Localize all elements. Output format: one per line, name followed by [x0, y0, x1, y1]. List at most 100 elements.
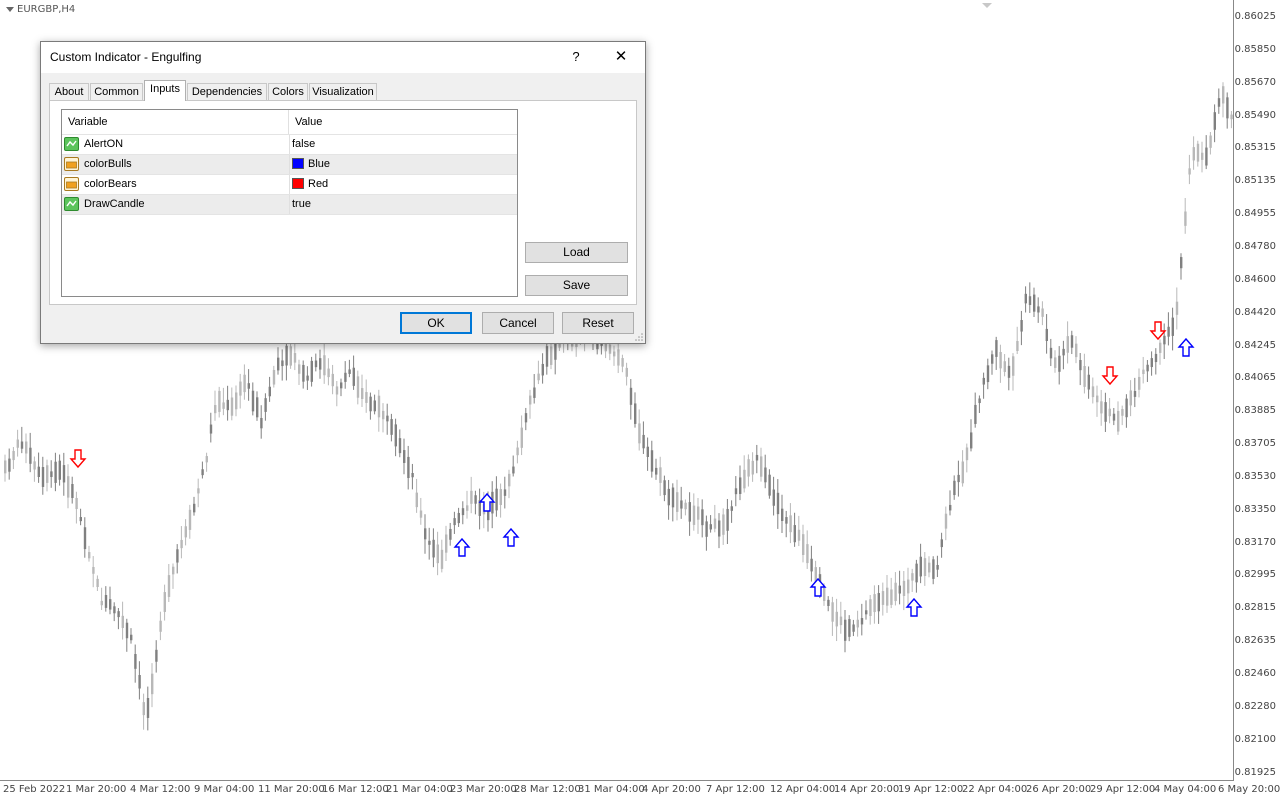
price-label: 0.85850 — [1234, 43, 1276, 55]
candle — [642, 421, 645, 454]
row-variable-name: colorBulls — [84, 158, 132, 170]
close-icon[interactable]: ✕ — [606, 42, 636, 73]
save-button[interactable]: Save — [525, 275, 628, 296]
candle — [772, 476, 775, 516]
price-label: 0.83350 — [1234, 503, 1276, 515]
cancel-button[interactable]: Cancel — [482, 312, 554, 334]
candle — [1167, 312, 1170, 346]
candle — [310, 356, 313, 387]
chart-menu-triangle-icon[interactable] — [6, 6, 14, 12]
candle — [743, 455, 746, 493]
candle — [1091, 377, 1095, 404]
candle — [512, 455, 515, 477]
candle — [302, 360, 305, 389]
time-label: 22 Apr 04:00 — [962, 784, 1028, 795]
candle — [852, 619, 855, 637]
shift-marker-icon[interactable] — [982, 3, 992, 8]
candle — [298, 359, 301, 385]
input-row[interactable]: AlertON false — [62, 134, 517, 154]
candle — [940, 532, 943, 558]
candle — [726, 498, 729, 545]
candle — [256, 391, 259, 421]
column-header-value[interactable]: Value — [289, 110, 517, 134]
price-label: 0.83170 — [1234, 536, 1276, 548]
candle — [638, 409, 641, 451]
row-value[interactable]: Blue — [289, 155, 517, 174]
input-row[interactable]: colorBulls Blue — [62, 154, 517, 174]
candle — [629, 379, 633, 420]
tab-colors[interactable]: Colors — [268, 83, 308, 100]
candle — [1020, 310, 1023, 346]
tab-visualization[interactable]: Visualization — [309, 83, 377, 100]
candle — [1146, 360, 1149, 382]
row-value[interactable]: Red — [289, 175, 517, 194]
help-button[interactable]: ? — [561, 42, 591, 73]
price-label: 0.82815 — [1234, 602, 1276, 614]
candle — [1196, 140, 1200, 167]
grid-bottom-line — [62, 214, 517, 215]
ok-button[interactable]: OK — [400, 312, 472, 334]
tab-common[interactable]: Common — [90, 83, 143, 100]
candle — [1117, 401, 1120, 435]
time-label: 21 Mar 04:00 — [386, 784, 453, 795]
candle — [747, 454, 750, 487]
load-button[interactable]: Load — [525, 242, 628, 263]
candle — [776, 479, 780, 529]
row-value[interactable]: true — [289, 195, 517, 214]
candle — [373, 394, 376, 415]
dialog-titlebar[interactable]: Custom Indicator - Engulfing ? ✕ — [41, 42, 645, 73]
candle — [982, 372, 985, 399]
candle — [1201, 141, 1204, 173]
candle — [1024, 286, 1027, 313]
candle — [907, 567, 910, 609]
candle — [869, 594, 872, 625]
candle — [1033, 287, 1036, 317]
column-header-variable[interactable]: Variable — [62, 110, 289, 134]
price-label: 0.84955 — [1234, 208, 1276, 220]
candle — [382, 403, 385, 433]
color-param-icon — [64, 177, 79, 191]
candle — [1129, 380, 1132, 417]
candle — [306, 366, 309, 390]
candle — [4, 454, 7, 482]
reset-button[interactable]: Reset — [562, 312, 634, 334]
candle — [272, 365, 276, 388]
candle — [734, 476, 738, 507]
candle — [411, 463, 414, 490]
price-label: 0.86025 — [1234, 11, 1276, 22]
candle — [650, 440, 654, 478]
tab-dependencies[interactable]: Dependencies — [187, 83, 267, 100]
row-value[interactable]: false — [289, 135, 517, 154]
time-scale[interactable]: 25 Feb 2022 1 Mar 20:00 4 Mar 12:00 9 Mar 0… — [0, 780, 1280, 801]
candle — [54, 452, 57, 492]
candle — [524, 407, 528, 431]
bearish-arrow-icon — [69, 449, 87, 469]
inputs-grid[interactable]: Variable Value AlertON false colorBulls … — [61, 109, 518, 297]
candle — [1100, 389, 1103, 426]
candle — [1075, 336, 1078, 364]
price-label: 0.83885 — [1234, 405, 1276, 417]
color-swatch — [292, 178, 304, 189]
tab-about[interactable]: About — [49, 83, 89, 100]
candle — [680, 486, 683, 519]
input-row[interactable]: DrawCandle true — [62, 194, 517, 214]
candle — [541, 353, 544, 384]
candle — [96, 575, 99, 591]
candle — [751, 452, 754, 482]
candle — [1205, 135, 1208, 170]
bearish-arrow-icon — [1149, 321, 1167, 341]
candle — [537, 360, 540, 385]
resize-grip-icon[interactable] — [635, 333, 643, 341]
price-scale[interactable]: 0.86025 0.85850 0.85670 0.85490 0.85315 0.851… — [1233, 0, 1280, 780]
candle — [1213, 104, 1216, 143]
candle — [415, 478, 418, 513]
tab-inputs[interactable]: Inputs — [144, 80, 186, 101]
time-label: 4 Apr 20:00 — [642, 784, 701, 795]
price-label: 0.82100 — [1234, 733, 1276, 745]
price-label: 0.85490 — [1234, 109, 1276, 121]
input-row[interactable]: colorBears Red — [62, 174, 517, 194]
candle — [466, 490, 469, 519]
candle — [793, 512, 796, 547]
candle — [1171, 307, 1174, 351]
candle — [520, 415, 523, 456]
